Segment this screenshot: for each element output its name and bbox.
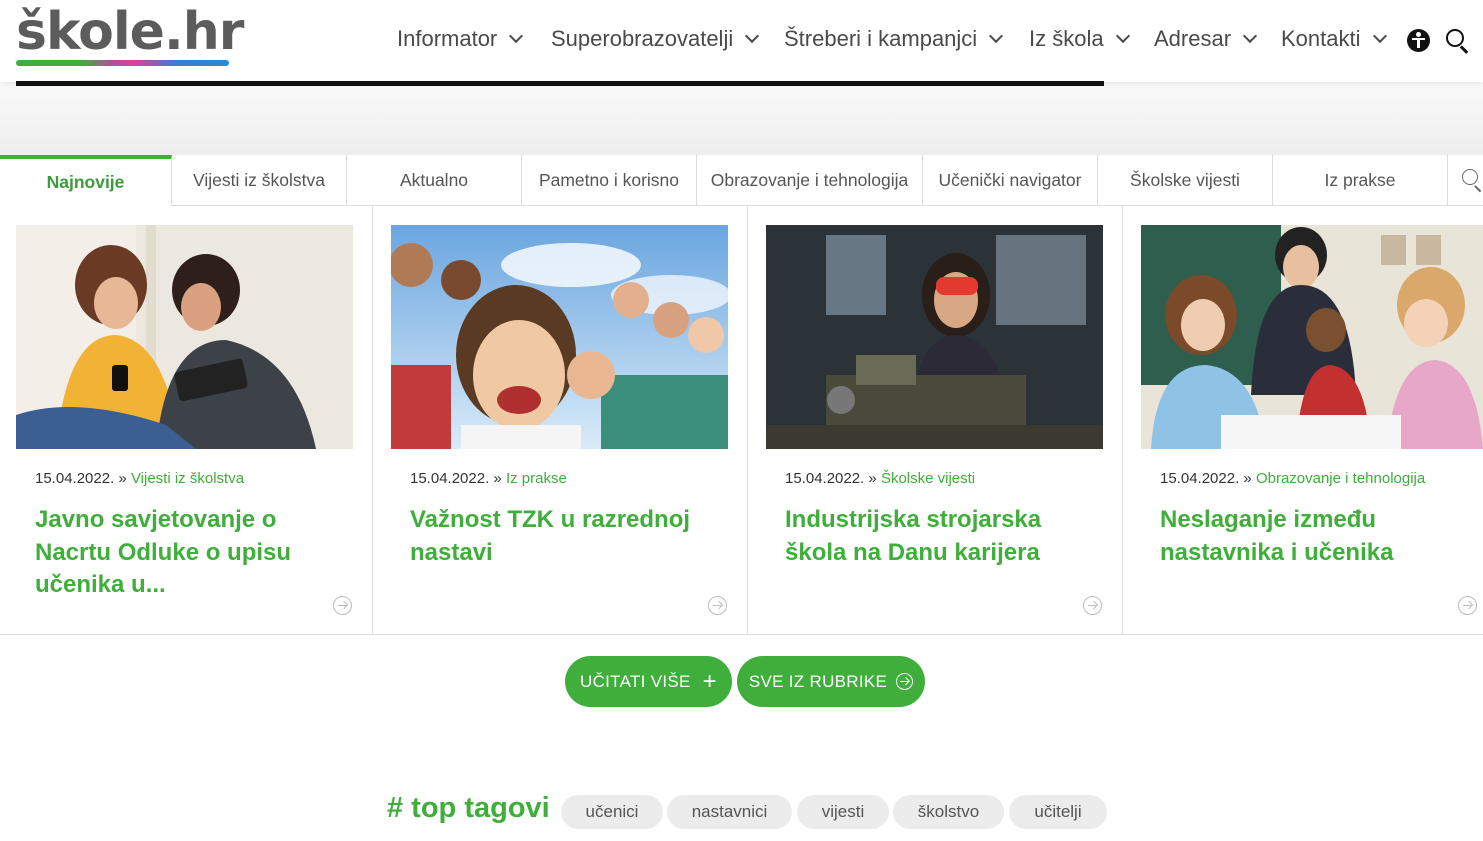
article-meta: 15.04.2022. » Školske vijesti bbox=[785, 470, 975, 487]
tag-vijesti[interactable]: vijesti bbox=[797, 795, 889, 829]
arrow-right-circle-icon[interactable] bbox=[1083, 596, 1102, 615]
nav-label: Informator bbox=[397, 26, 498, 51]
accessibility-icon[interactable] bbox=[1407, 29, 1430, 52]
article-card[interactable]: 15.04.2022. » Vijesti iz školstva Javno … bbox=[0, 206, 373, 635]
nav-label: Adresar bbox=[1154, 26, 1232, 51]
top-tags-heading: # top tagovi bbox=[387, 792, 550, 824]
search-icon[interactable] bbox=[1446, 29, 1470, 54]
article-title[interactable]: Javno savjetovanje o Nacrtu Odluke o upi… bbox=[35, 504, 335, 602]
article-category-link[interactable]: Iz prakse bbox=[506, 470, 567, 487]
tab-obrazovanje-i-tehnologija[interactable]: Obrazovanje i tehnologija bbox=[697, 155, 923, 206]
chevron-down-icon bbox=[745, 28, 760, 44]
tag-ucitelji[interactable]: učitelji bbox=[1009, 795, 1107, 829]
load-more-label: UČITATI VIŠE bbox=[580, 671, 691, 691]
tag-nastavnici[interactable]: nastavnici bbox=[667, 795, 792, 829]
article-date: 15.04.2022. bbox=[785, 470, 865, 487]
chevron-down-icon bbox=[1242, 28, 1258, 44]
article-grid: 15.04.2022. » Vijesti iz školstva Javno … bbox=[0, 206, 1483, 635]
chevron-down-icon bbox=[1115, 28, 1130, 44]
article-image[interactable] bbox=[391, 225, 728, 449]
tab-vijesti-iz-skolstva[interactable]: Vijesti iz školstva bbox=[172, 155, 347, 206]
article-date: 15.04.2022. bbox=[410, 470, 490, 487]
nav-label: Iz škola bbox=[1029, 26, 1104, 51]
tag-ucenici[interactable]: učenici bbox=[561, 795, 663, 829]
article-card[interactable]: 15.04.2022. » Iz prakse Važnost TZK u ra… bbox=[373, 206, 748, 635]
arrow-right-circle-icon bbox=[896, 673, 914, 690]
tab-aktualno[interactable]: Aktualno bbox=[347, 155, 522, 206]
arrow-right-circle-icon[interactable] bbox=[1458, 596, 1477, 615]
nav-item-superobrazovatelji[interactable]: Superobrazovatelji bbox=[551, 26, 760, 52]
tab-najnovije[interactable]: Najnovije bbox=[0, 155, 172, 206]
tab-iz-prakse[interactable]: Iz prakse bbox=[1273, 155, 1448, 206]
tab-search-icon[interactable] bbox=[1448, 155, 1483, 206]
meta-separator: » bbox=[868, 470, 877, 487]
logo-text: škole.hr bbox=[16, 2, 244, 62]
article-title[interactable]: Industrijska strojarska škola na Danu ka… bbox=[785, 504, 1085, 569]
tab-ucenicki-navigator[interactable]: Učenički navigator bbox=[923, 155, 1098, 206]
tag-skolstvo[interactable]: školstvo bbox=[893, 795, 1004, 829]
category-tabs: Najnovije Vijesti iz školstva Aktualno P… bbox=[0, 155, 1483, 206]
arrow-right-circle-icon[interactable] bbox=[333, 596, 352, 615]
article-card[interactable]: 15.04.2022. » Obrazovanje i tehnologija … bbox=[1123, 206, 1483, 635]
meta-separator: » bbox=[493, 470, 502, 487]
chevron-down-icon bbox=[1372, 28, 1387, 44]
all-from-section-label: SVE IZ RUBRIKE bbox=[748, 671, 888, 691]
site-header: škole.hr Informator Superobrazovatelji Š… bbox=[0, 0, 1483, 82]
nav-item-kontakti[interactable]: Kontakti bbox=[1281, 26, 1387, 52]
plus-icon: + bbox=[702, 667, 717, 695]
meta-separator: » bbox=[1243, 470, 1252, 487]
article-category-link[interactable]: Školske vijesti bbox=[881, 470, 975, 487]
article-meta: 15.04.2022. » Iz prakse bbox=[410, 470, 567, 487]
nav-label: Štreberi i kampanjci bbox=[784, 26, 978, 51]
article-meta: 15.04.2022. » Vijesti iz školstva bbox=[35, 470, 244, 487]
header-divider bbox=[16, 81, 1104, 86]
article-image[interactable] bbox=[766, 225, 1103, 449]
meta-separator: » bbox=[118, 470, 127, 487]
nav-label: Superobrazovatelji bbox=[551, 26, 734, 51]
article-image[interactable] bbox=[1141, 225, 1483, 449]
load-more-button[interactable]: UČITATI VIŠE + bbox=[565, 656, 732, 707]
nav-item-iz-skola[interactable]: Iz škola bbox=[1029, 26, 1130, 52]
article-title[interactable]: Važnost TZK u razrednoj nastavi bbox=[410, 504, 710, 569]
article-date: 15.04.2022. bbox=[35, 470, 115, 487]
article-image[interactable] bbox=[16, 225, 353, 449]
article-category-link[interactable]: Vijesti iz školstva bbox=[131, 470, 244, 487]
site-logo[interactable]: škole.hr bbox=[16, 2, 244, 68]
tab-pametno-i-korisno[interactable]: Pametno i korisno bbox=[522, 155, 697, 206]
nav-label: Kontakti bbox=[1281, 26, 1361, 51]
article-title[interactable]: Neslaganje između nastavnika i učenika bbox=[1160, 504, 1460, 569]
tab-skolske-vijesti[interactable]: Školske vijesti bbox=[1098, 155, 1273, 206]
logo-color-bar bbox=[16, 60, 229, 66]
article-meta: 15.04.2022. » Obrazovanje i tehnologija bbox=[1160, 470, 1425, 487]
chevron-down-icon bbox=[989, 28, 1004, 44]
article-date: 15.04.2022. bbox=[1160, 470, 1240, 487]
nav-item-adresar[interactable]: Adresar bbox=[1154, 26, 1258, 52]
nav-item-informator[interactable]: Informator bbox=[397, 26, 524, 52]
section-spacer bbox=[0, 82, 1483, 155]
article-card[interactable]: 15.04.2022. » Školske vijesti Industrijs… bbox=[748, 206, 1123, 635]
article-category-link[interactable]: Obrazovanje i tehnologija bbox=[1256, 470, 1425, 487]
all-from-section-button[interactable]: SVE IZ RUBRIKE bbox=[737, 656, 925, 707]
chevron-down-icon bbox=[509, 28, 524, 44]
arrow-right-circle-icon[interactable] bbox=[708, 596, 727, 615]
nav-item-streberi[interactable]: Štreberi i kampanjci bbox=[784, 26, 1004, 52]
